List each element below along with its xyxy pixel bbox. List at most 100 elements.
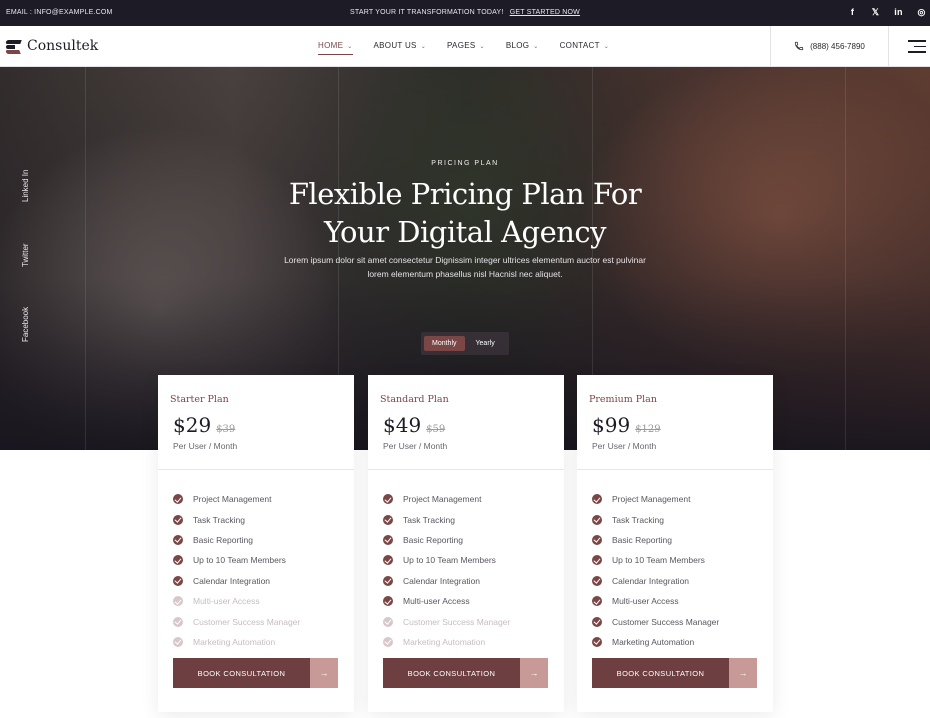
- main-menu: HOME ⌄ ABOUT US ⌄ PAGES ⌄ BLOG ⌄ CONTACT ⌄: [318, 41, 610, 55]
- feature-label: Project Management: [193, 494, 272, 505]
- plan-price: $29 $39: [173, 413, 235, 437]
- nav-item-home[interactable]: HOME ⌄: [318, 41, 353, 55]
- check-circle-icon: [173, 494, 183, 505]
- hero-grid-line: [85, 67, 86, 450]
- nav-item-label: ABOUT US: [373, 41, 417, 50]
- check-circle-icon: [173, 636, 183, 647]
- book-consultation-button[interactable]: BOOK CONSULTATION →: [173, 658, 338, 688]
- feature-label: Marketing Automation: [403, 636, 486, 647]
- top-social-links: f 𝕏 in ◎: [848, 7, 926, 18]
- pricing-card: Premium Plan $99 $129 Per User / Month P…: [577, 375, 773, 712]
- feature-item: Project Management: [383, 489, 510, 509]
- feature-item: Task Tracking: [592, 509, 719, 529]
- feature-label: Marketing Automation: [612, 636, 695, 647]
- feature-label: Customer Success Manager: [403, 616, 511, 627]
- feature-item: Project Management: [173, 489, 300, 509]
- logo-text: Consultek: [27, 38, 99, 54]
- top-bar: EMAIL : INFO@EXAMPLE.COM START YOUR IT T…: [0, 0, 930, 26]
- promo-banner: START YOUR IT TRANSFORMATION TODAY! GET …: [0, 9, 930, 16]
- price-period: Per User / Month: [383, 441, 448, 451]
- feature-label: Customer Success Manager: [612, 616, 720, 627]
- feature-label: Project Management: [403, 494, 482, 505]
- card-divider: [368, 469, 564, 470]
- feature-item: Multi-user Access: [592, 591, 719, 611]
- feature-label: Basic Reporting: [612, 534, 673, 545]
- x-twitter-icon[interactable]: 𝕏: [871, 7, 880, 18]
- toggle-monthly[interactable]: Monthly: [424, 336, 465, 351]
- check-circle-icon: [383, 494, 393, 505]
- plan-name: Premium Plan: [589, 394, 657, 405]
- instagram-icon[interactable]: ◎: [917, 7, 926, 18]
- current-price: $49: [383, 413, 422, 437]
- check-circle-icon: [592, 596, 602, 607]
- nav-item-label: BLOG: [505, 41, 530, 50]
- check-circle-icon: [592, 616, 602, 627]
- check-circle-icon: [383, 534, 393, 545]
- nav-item-pages[interactable]: PAGES ⌄: [447, 41, 485, 50]
- nav-item-about-us[interactable]: ABOUT US ⌄: [374, 41, 426, 50]
- nav-item-label: CONTACT: [559, 41, 600, 50]
- feature-item: Project Management: [592, 489, 719, 509]
- feature-list: Project Management Task Tracking Basic R…: [592, 489, 719, 652]
- feature-item: Customer Success Manager: [592, 611, 719, 631]
- nav-item-contact[interactable]: CONTACT ⌄: [560, 41, 610, 50]
- old-price: $59: [426, 424, 446, 435]
- book-consultation-button[interactable]: BOOK CONSULTATION →: [592, 658, 757, 688]
- check-circle-icon: [383, 616, 393, 627]
- feature-item: Up to 10 Team Members: [383, 550, 510, 570]
- feature-item: Task Tracking: [383, 509, 510, 529]
- nav-item-blog[interactable]: BLOG ⌄: [506, 41, 539, 50]
- feature-item: Marketing Automation: [592, 632, 719, 652]
- phone-contact[interactable]: (888) 456-7890: [770, 26, 889, 66]
- feature-item: Basic Reporting: [173, 530, 300, 550]
- promo-text: START YOUR IT TRANSFORMATION TODAY!: [350, 9, 504, 16]
- feature-label: Multi-user Access: [403, 596, 470, 607]
- hero-title: Flexible Pricing Plan For Your Digital A…: [0, 175, 930, 251]
- billing-toggle: Monthly Yearly: [421, 332, 509, 355]
- nav-item-label: PAGES: [447, 41, 476, 50]
- check-circle-icon: [592, 494, 602, 505]
- feature-label: Up to 10 Team Members: [403, 555, 496, 566]
- hero-eyebrow: PRICING PLAN: [431, 160, 499, 167]
- social-link-facebook[interactable]: Facebook: [21, 307, 30, 342]
- check-circle-icon: [592, 575, 602, 586]
- check-circle-icon: [383, 514, 393, 525]
- toggle-yearly[interactable]: Yearly: [468, 336, 503, 351]
- main-navbar: Consultek HOME ⌄ ABOUT US ⌄ PAGES ⌄ BLOG ⌄ C…: [0, 26, 930, 67]
- feature-label: Customer Success Manager: [193, 616, 301, 627]
- check-circle-icon: [383, 596, 393, 607]
- check-circle-icon: [173, 575, 183, 586]
- hamburger-menu-icon[interactable]: [908, 40, 926, 57]
- card-divider: [158, 469, 354, 470]
- check-circle-icon: [173, 514, 183, 525]
- site-logo[interactable]: Consultek: [5, 38, 99, 54]
- check-circle-icon: [592, 514, 602, 525]
- feature-item: Calendar Integration: [592, 571, 719, 591]
- check-circle-icon: [592, 636, 602, 647]
- feature-item: Basic Reporting: [592, 530, 719, 550]
- feature-label: Basic Reporting: [193, 534, 254, 545]
- plan-price: $99 $129: [592, 413, 661, 437]
- linkedin-icon[interactable]: in: [894, 7, 903, 18]
- button-label: BOOK CONSULTATION: [173, 658, 310, 688]
- chevron-down-icon: ⌄: [479, 44, 485, 50]
- check-circle-icon: [173, 534, 183, 545]
- feature-item: Calendar Integration: [383, 571, 510, 591]
- nav-item-label: HOME: [318, 41, 344, 50]
- feature-item: Calendar Integration: [173, 571, 300, 591]
- check-circle-icon: [383, 636, 393, 647]
- current-price: $29: [173, 413, 212, 437]
- hero-grid-line: [845, 67, 846, 450]
- plan-price: $49 $59: [383, 413, 445, 437]
- feature-label: Basic Reporting: [403, 534, 464, 545]
- book-consultation-button[interactable]: BOOK CONSULTATION →: [383, 658, 548, 688]
- logo-mark-icon: [5, 39, 22, 54]
- feature-item: Up to 10 Team Members: [592, 550, 719, 570]
- feature-item: Customer Success Manager: [383, 611, 510, 631]
- feature-item: Multi-user Access: [173, 591, 300, 611]
- feature-label: Calendar Integration: [403, 575, 481, 586]
- facebook-icon[interactable]: f: [848, 7, 857, 18]
- pricing-card: Starter Plan $29 $39 Per User / Month Pr…: [158, 375, 354, 712]
- feature-label: Marketing Automation: [193, 636, 276, 647]
- get-started-link[interactable]: GET STARTED NOW: [510, 9, 580, 16]
